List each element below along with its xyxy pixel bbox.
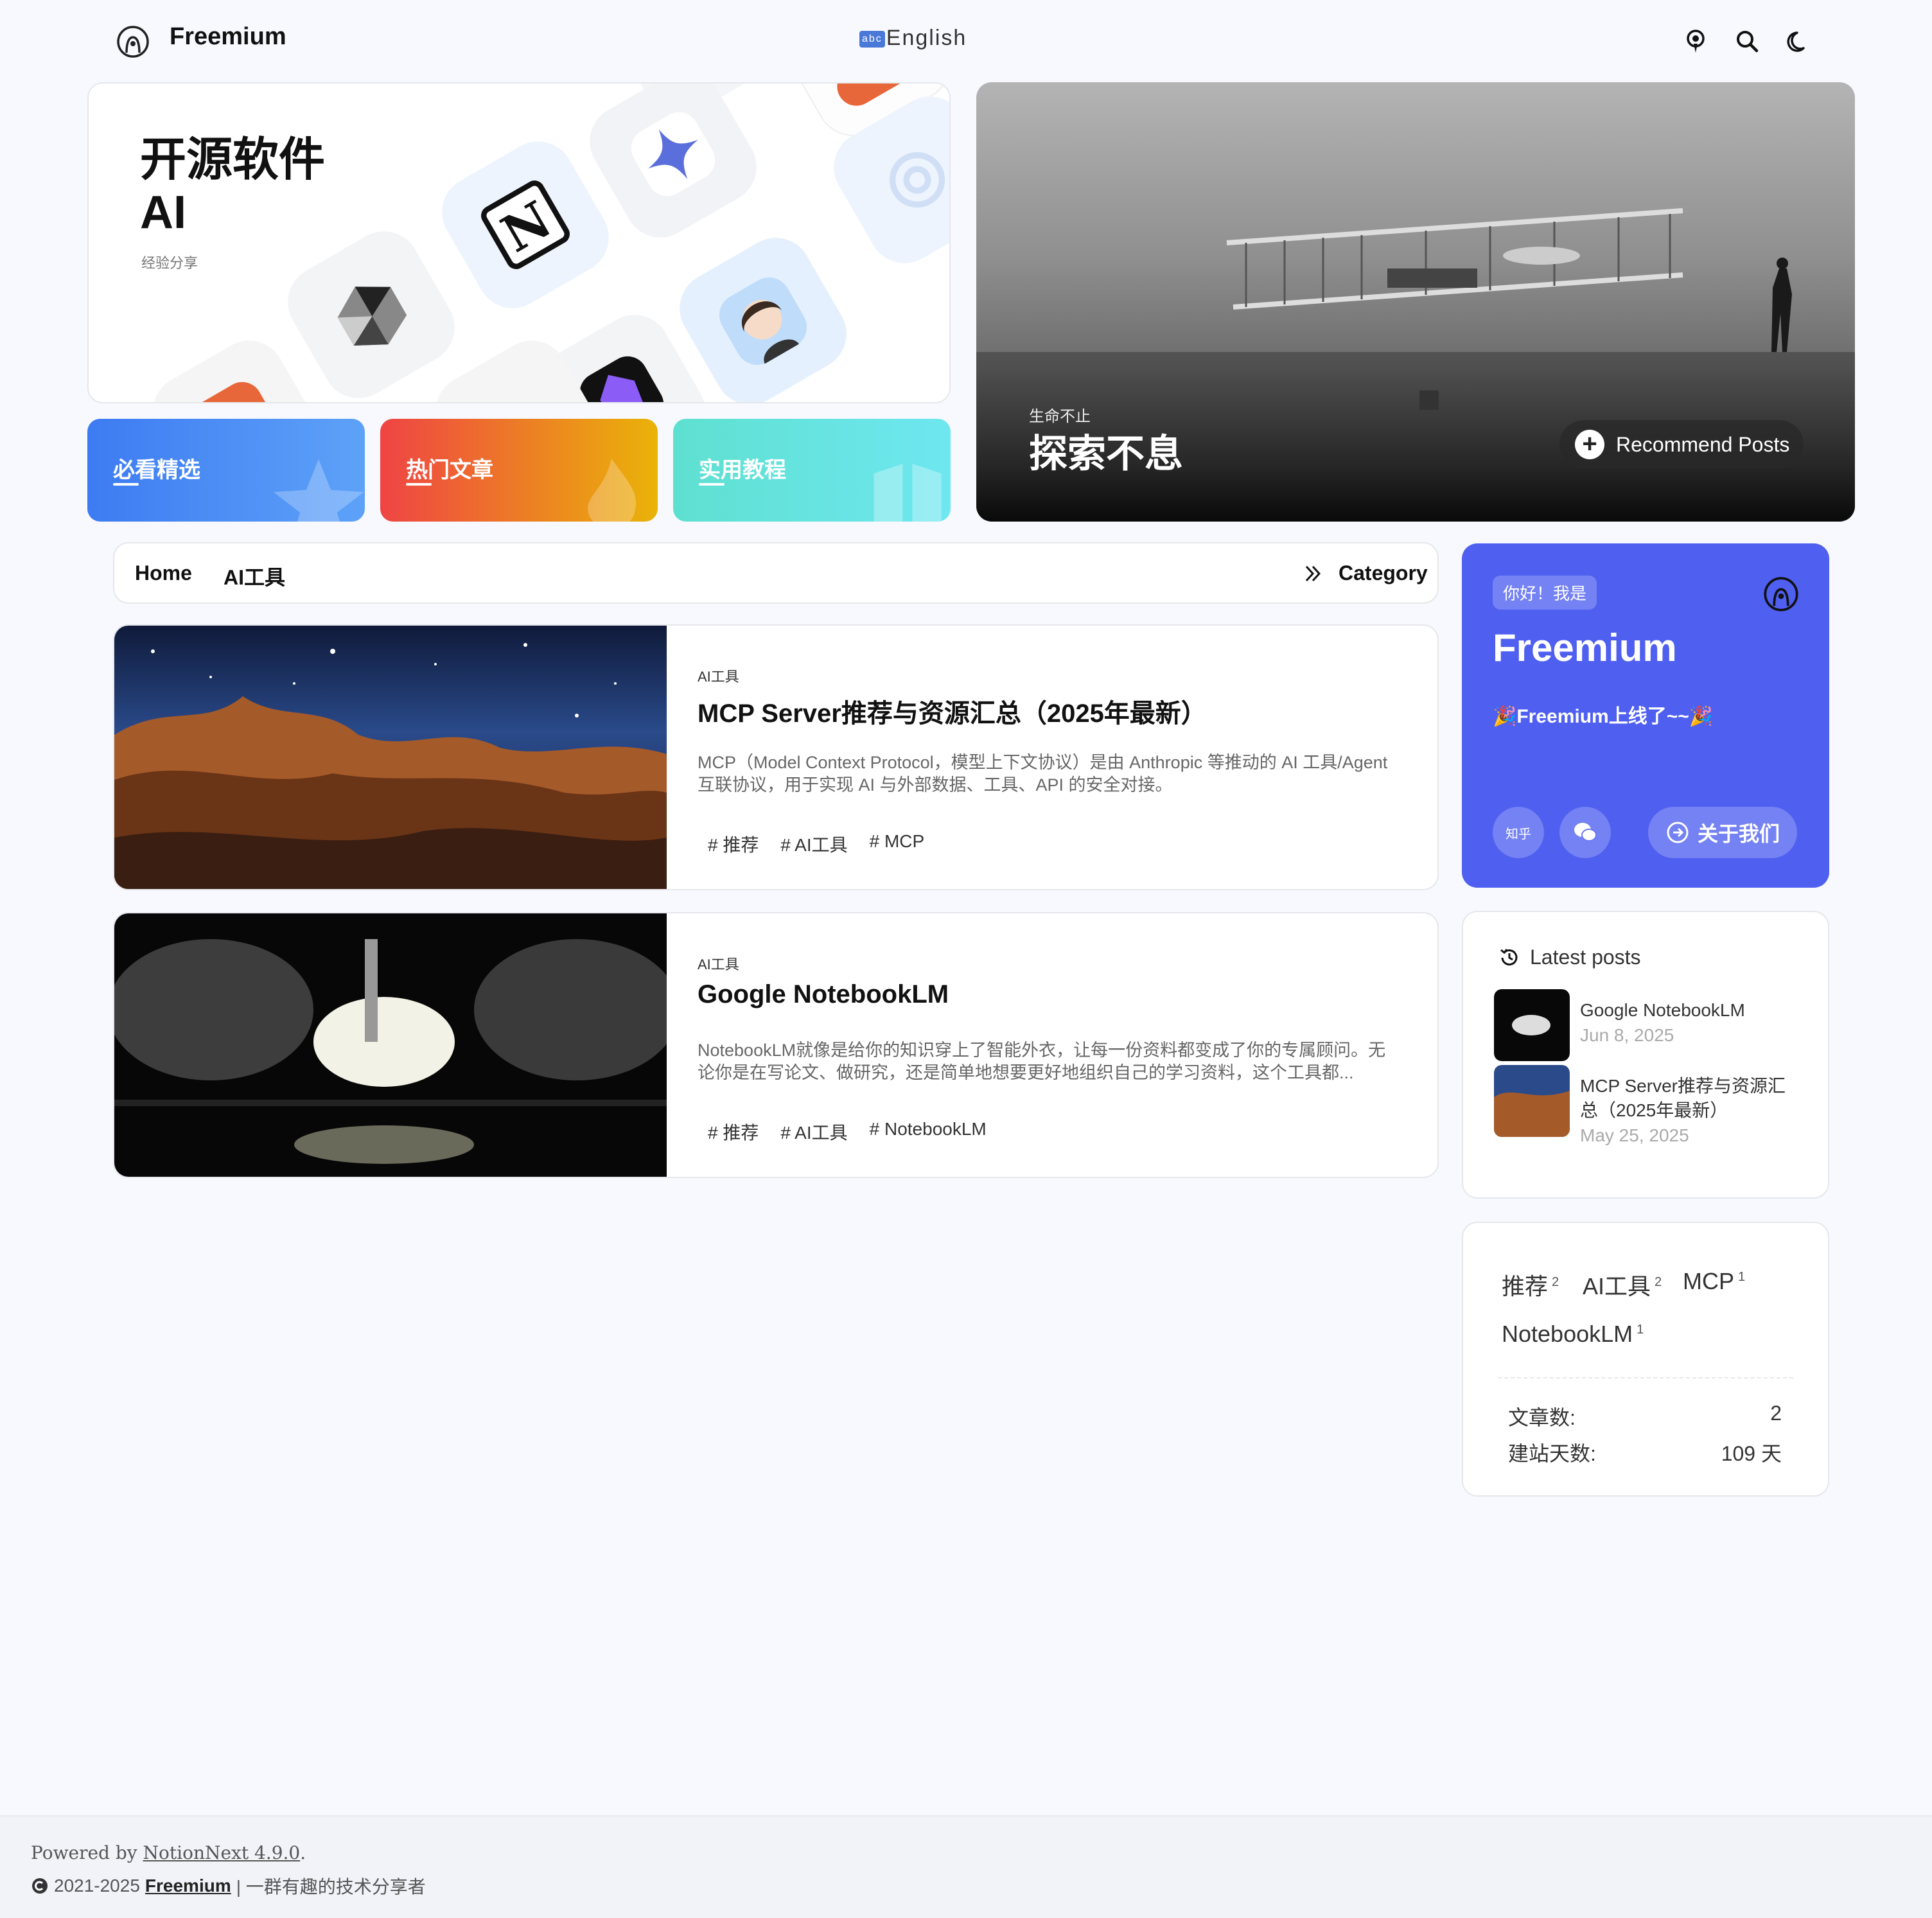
chevrons-right-icon [1305,565,1321,582]
post-cover-image[interactable] [114,913,667,1178]
category-label: 实用教程 [699,458,786,482]
notion-icon: N [481,180,570,269]
about-label: 关于我们 [1697,822,1780,845]
search-icon[interactable] [1733,27,1761,55]
tag-link[interactable]: # 推荐 [708,1119,759,1145]
category-hot-button[interactable]: 热门文章 [380,419,658,522]
latest-posts-widget: Latest posts Google NotebookLM Jun 8, 20… [1462,911,1829,1199]
language-label: English [886,26,967,50]
gemini-icon [631,112,716,197]
label-underline [113,483,139,486]
profile-name: Freemium [1493,626,1677,669]
post-count-stat: 文章数: 2 [1508,1402,1782,1429]
site-footer: Powered by NotionNext 4.9.0. 2021-2025 F… [0,1815,1932,1918]
footer-site-link[interactable]: Freemium [145,1876,231,1896]
category-featured-button[interactable]: 必看精选 [87,419,365,522]
dark-mode-icon[interactable] [1784,27,1813,55]
latest-post-item[interactable]: MCP Server推荐与资源汇总（2025年最新） May 25, 2025 [1494,1065,1802,1148]
avatar-app-icon [719,277,807,365]
post-summary: MCP（Model Context Protocol，模型上下文协议）是由 An… [698,753,1388,795]
post-tags: # 推荐 # AI工具 # NotebookLM [708,1119,987,1145]
powered-by: Powered by NotionNext 4.9.0. [31,1842,306,1863]
breadcrumb-home[interactable]: Home [135,561,192,585]
hero-title: 开源软件 AI [140,134,326,238]
book-icon [874,464,942,522]
language-switch[interactable]: abc English [859,26,967,51]
profile-slogan: 🎉Freemium上线了~~🎉 [1493,706,1714,727]
post-card[interactable]: AI工具 MCP Server推荐与资源汇总（2025年最新） MCP（Mode… [113,624,1439,890]
tag-stats-widget: 推荐 2 AI工具 2 MCP 1 NotebookLM 1 文章数: 2 建站天数: 10… [1462,1222,1829,1497]
breadcrumb-current[interactable]: AI工具 [224,561,285,591]
latest-post-title: MCP Server推荐与资源汇总（2025年最新） [1580,1076,1786,1120]
tag-cloud-item[interactable]: NotebookLM 1 [1502,1321,1644,1348]
profile-card: 你好！我是 Freemium 🎉Freemium上线了~~🎉 知乎 关于我们 [1462,543,1829,888]
label-underline [699,483,724,486]
category-tutorial-button[interactable]: 实用教程 [673,419,951,522]
featured-title: 探索不息 [1029,432,1183,475]
post-category[interactable]: AI工具 [698,665,739,686]
post-thumbnail [1494,1065,1570,1137]
copyright: 2021-2025 Freemium | 一群有趣的技术分享者 [31,1873,426,1899]
post-thumbnail [1494,989,1570,1061]
post-title[interactable]: MCP Server推荐与资源汇总（2025年最新） [698,692,1207,730]
tag-link[interactable]: # AI工具 [780,1119,847,1145]
latest-post-item[interactable]: Google NotebookLM Jun 8, 2025 [1494,989,1802,1061]
hero-subtitle: 经验分享 [141,255,198,271]
cube-app-icon [337,286,407,346]
wechat-button[interactable] [1559,807,1611,858]
post-tags: # 推荐 # AI工具 # MCP [708,831,924,857]
label-underline [406,483,432,486]
podcast-icon[interactable] [1682,27,1710,55]
category-link[interactable]: Category [1339,561,1428,585]
site-header: Freemium abc English [0,0,1932,82]
site-logo-icon[interactable] [1762,576,1800,613]
arrow-right-circle-icon [1667,822,1689,843]
post-card[interactable]: AI工具 Google NotebookLM NotebookLM就像是给你的知… [113,912,1439,1178]
category-label: 热门文章 [406,458,493,482]
tag-link[interactable]: # NotebookLM [870,1119,987,1145]
app-tile [274,218,468,402]
breadcrumb: Home AI工具 Category [113,542,1439,604]
site-logo-icon[interactable] [116,24,150,59]
latest-posts-heading: Latest posts [1498,946,1641,969]
site-brand[interactable]: Freemium [170,23,286,51]
copyright-icon [32,1878,48,1894]
profile-greeting: 你好！我是 [1493,576,1597,610]
post-category[interactable]: AI工具 [698,953,739,974]
post-cover-image[interactable] [114,626,667,890]
claude-icon [194,382,279,402]
star-icon [273,459,364,522]
history-icon [1500,948,1518,965]
post-title[interactable]: Google NotebookLM [698,980,949,1009]
post-summary: NotebookLM就像是给你的知识穿上了智能外衣，让每一份资料都变成了你的专属… [698,1041,1386,1082]
latest-post-date: May 25, 2025 [1580,1125,1689,1145]
flame-icon [588,458,637,522]
zhihu-label: 知乎 [1506,827,1531,841]
openai-icon [889,152,945,208]
tag-link[interactable]: # AI工具 [780,831,847,857]
site-days-stat: 建站天数: 109 天 [1508,1442,1782,1465]
language-badge-icon: abc [859,31,885,48]
tag-link[interactable]: # 推荐 [708,831,759,857]
featured-banner[interactable]: 生命不止 探索不息 + Recommend Posts [976,82,1855,522]
hero-banner[interactable]: N 开源软件 AI 经验分享 [87,82,951,403]
app-tile [666,224,860,402]
notionnext-link[interactable]: NotionNext 4.9.0 [143,1842,301,1863]
button-label: Recommend Posts [1616,432,1790,456]
tag-cloud-item[interactable]: AI工具 2 [1583,1268,1662,1301]
latest-post-title: Google NotebookLM [1580,1000,1745,1020]
latest-post-date: Jun 8, 2025 [1580,1025,1674,1045]
zhihu-button[interactable]: 知乎 [1493,807,1544,858]
divider [1498,1377,1793,1378]
wechat-icon [1574,823,1597,841]
category-label: 必看精选 [113,458,200,482]
plus-icon: + [1575,430,1604,459]
about-us-button[interactable]: 关于我们 [1648,807,1797,858]
tag-link[interactable]: # MCP [870,831,925,857]
tag-cloud-item[interactable]: MCP 1 [1683,1268,1745,1295]
tag-cloud-item[interactable]: 推荐 2 [1502,1268,1559,1301]
recommend-posts-button[interactable]: + Recommend Posts [1559,420,1804,469]
